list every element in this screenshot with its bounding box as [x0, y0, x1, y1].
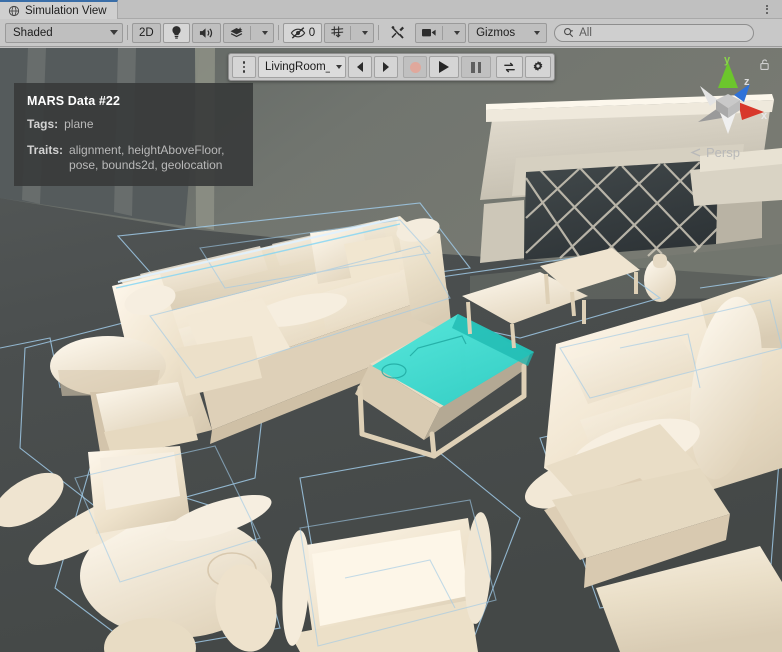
mars-data-overlay: MARS Data #22 Tags: plane Traits: alignm…	[14, 83, 253, 186]
record-button[interactable]	[403, 56, 427, 78]
mars-data-title: MARS Data #22	[27, 94, 120, 108]
environment-dropdown[interactable]: LivingRoom_1	[258, 56, 346, 78]
tab-simulation-view[interactable]: Simulation View	[0, 0, 118, 19]
grid-snap-button[interactable]	[325, 24, 350, 42]
gizmos-group: Gizmos	[468, 22, 548, 43]
axis-label-x: x	[761, 110, 768, 122]
simulation-playback-toolbar: LivingRoom_1	[228, 53, 555, 81]
tab-label: Simulation View	[25, 4, 107, 17]
hidden-objects-button[interactable]: 0	[282, 22, 323, 43]
gizmos-dropdown-button[interactable]	[522, 30, 546, 35]
draw-mode-label: Shaded	[13, 26, 53, 39]
play-button[interactable]	[429, 56, 459, 78]
globe-icon	[8, 5, 20, 16]
camera-icon	[422, 29, 436, 37]
tools-button[interactable]	[383, 23, 413, 43]
scene-view-gizmo[interactable]: y z x Persp	[688, 48, 774, 166]
fx-layers-icon	[230, 26, 243, 37]
hidden-objects-count: 0	[308, 26, 316, 39]
chevron-down-icon	[454, 30, 461, 35]
loop-button[interactable]	[496, 56, 523, 78]
chevron-left-icon	[690, 148, 701, 157]
lock-open-icon[interactable]	[759, 58, 770, 71]
toggle-audio-button[interactable]	[191, 22, 221, 43]
mars-traits-label: Traits:	[27, 143, 64, 157]
search-icon	[564, 28, 574, 38]
eye-slash-icon	[290, 26, 306, 39]
mars-tags-value: plane	[64, 117, 94, 131]
toolbar-divider	[277, 25, 279, 40]
two-d-label: 2D	[139, 26, 154, 39]
chevron-down-icon	[362, 30, 369, 35]
mars-tags-row: Tags: plane	[27, 117, 240, 132]
previous-environment-button[interactable]	[348, 56, 372, 78]
toolbar-divider	[378, 25, 380, 40]
gear-icon	[533, 61, 543, 72]
kebab-menu-icon	[766, 4, 768, 14]
toolbar-divider	[127, 25, 128, 40]
chevron-down-icon	[110, 30, 118, 35]
simulation-settings-button[interactable]	[525, 56, 551, 78]
camera-dropdown-button[interactable]	[443, 24, 465, 42]
tab-strip-spacer	[118, 0, 752, 18]
window-menu-button[interactable]	[752, 0, 782, 18]
grid-snap-dropdown-button[interactable]	[351, 24, 373, 42]
gizmo-projection-label: Persp	[706, 145, 740, 160]
scene-toolbar: Shaded 2D 0 Gizmos All	[0, 19, 782, 47]
mars-tags-label: Tags:	[27, 117, 59, 131]
pause-icon	[471, 61, 481, 73]
draw-mode-dropdown[interactable]: Shaded	[5, 22, 123, 43]
kebab-menu-icon	[242, 61, 246, 73]
gizmo-projection-toggle[interactable]: Persp	[690, 145, 740, 160]
speaker-icon	[199, 27, 212, 38]
record-circle-icon	[409, 61, 421, 73]
grid-snap-group	[324, 22, 375, 43]
effects-dropdown-button[interactable]	[251, 24, 273, 42]
simulation-view-window: Simulation View Shaded 2D 0 Gizmos All M…	[0, 0, 782, 652]
pause-button[interactable]	[461, 56, 491, 78]
grid-snap-icon	[331, 26, 344, 38]
camera-button[interactable]	[416, 24, 442, 42]
play-icon	[439, 61, 449, 73]
chevron-left-icon	[357, 62, 363, 72]
environment-name: LivingRoom_1	[265, 61, 330, 73]
loop-icon	[504, 62, 515, 72]
toggle-2d-button[interactable]: 2D	[132, 22, 161, 43]
chevron-right-icon	[383, 62, 389, 72]
effects-group	[222, 22, 274, 43]
mars-traits-value: alignment, heightAboveFloor, pose, bound…	[69, 143, 225, 172]
lightbulb-icon	[172, 26, 181, 39]
toggle-effects-button[interactable]	[224, 24, 250, 42]
chevron-down-icon	[261, 30, 268, 35]
axis-label-z: z	[744, 76, 750, 88]
next-environment-button[interactable]	[374, 56, 398, 78]
tab-strip: Simulation View	[0, 0, 782, 19]
camera-group	[415, 22, 467, 43]
tools-icon	[391, 26, 405, 39]
gizmos-toggle-button[interactable]: Gizmos	[469, 27, 522, 39]
search-input[interactable]: All	[554, 23, 755, 42]
playback-menu-button[interactable]	[232, 56, 256, 78]
chevron-down-icon	[534, 30, 541, 35]
axis-label-y: y	[724, 54, 731, 66]
toggle-lighting-button[interactable]	[162, 22, 190, 43]
mars-traits-row: Traits: alignment, heightAboveFloor, pos…	[27, 143, 240, 173]
chevron-down-icon	[336, 65, 342, 69]
search-value: All	[579, 26, 592, 39]
scene-viewport[interactable]: MARS Data #22 Tags: plane Traits: alignm…	[0, 48, 782, 652]
